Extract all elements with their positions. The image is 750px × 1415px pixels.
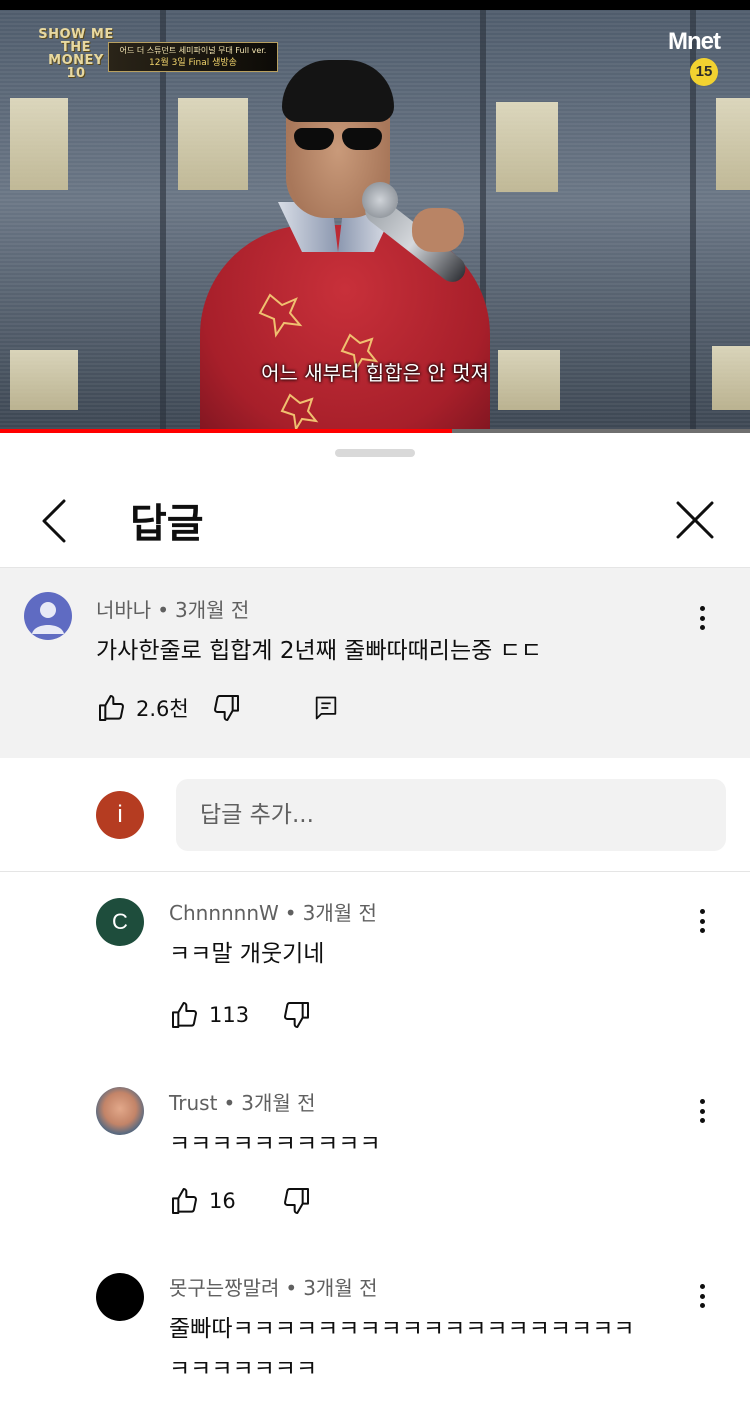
thumbs-down-icon <box>284 1002 309 1028</box>
comment-author[interactable]: 너바나 <box>96 598 151 622</box>
show-logo-line: 10 <box>66 66 86 81</box>
like-button[interactable]: 2.6천 <box>96 692 189 724</box>
reply-item: 못구는짱말려 • 3개월 전 줄빠따ㅋㅋㅋㅋㅋㅋㅋㅋㅋㅋㅋㅋㅋㅋㅋㅋㅋㅋㅋ ㅋㅋㅋㅋ… <box>0 1268 750 1415</box>
reply-button[interactable] <box>312 694 340 722</box>
stage-light <box>496 102 558 192</box>
chevron-left-icon <box>42 499 66 543</box>
dot-icon <box>699 606 705 611</box>
reply-input[interactable] <box>176 779 726 851</box>
banner-line2: 12월 3일 Final 생방송 <box>149 58 237 68</box>
dot-icon <box>699 928 705 933</box>
add-reply-row: i <box>0 758 750 871</box>
stage-light <box>178 98 248 190</box>
back-button[interactable] <box>30 493 80 549</box>
stage-light <box>716 98 750 190</box>
reply-item: Trust • 3개월 전 ㅋㅋㅋㅋㅋㅋㅋㅋㅋㅋ 16 <box>0 1083 750 1233</box>
comment-author[interactable]: 못구는짱말려 <box>169 1276 279 1300</box>
dislike-button[interactable] <box>280 1185 312 1217</box>
performer-hand <box>412 208 464 252</box>
sunglasses <box>294 128 382 150</box>
video-subtitle: 어느 새부터 힙합은 안 멋져 <box>261 361 489 385</box>
thumbs-up-icon <box>172 1188 197 1214</box>
user-avatar[interactable]: C <box>96 898 144 946</box>
like-count: 16 <box>209 1189 236 1213</box>
thumbs-down-icon <box>214 695 239 721</box>
user-avatar[interactable] <box>96 1087 144 1135</box>
more-options-button[interactable] <box>692 1280 712 1312</box>
more-options-button[interactable] <box>692 1095 712 1127</box>
comment-text: 가사한줄로 힙합계 2년째 줄빠따때리는중 ㄷㄷ <box>96 638 542 664</box>
replies-sheet: 답글 너바나 • 3개월 전 가사한줄로 힙합계 2년째 줄빠따때리는중 ㄷㄷ 2.… <box>0 433 750 1415</box>
comment-icon <box>315 696 337 720</box>
dot-icon <box>699 1293 705 1299</box>
user-avatar[interactable] <box>96 1273 144 1321</box>
parent-comment: 너바나 • 3개월 전 가사한줄로 힙합계 2년째 줄빠따때리는중 ㄷㄷ 2.6천 <box>0 568 750 758</box>
comment-text-line1: 줄빠따ㅋㅋㅋㅋㅋㅋㅋㅋㅋㅋㅋㅋㅋㅋㅋㅋㅋㅋㅋ <box>169 1316 635 1342</box>
like-count: 2.6천 <box>136 697 189 721</box>
dot-icon <box>699 909 705 914</box>
comment-meta: ChnnnnnW • 3개월 전 <box>169 901 377 925</box>
dot-icon <box>699 1303 705 1308</box>
like-button[interactable]: 113 <box>169 999 249 1031</box>
episode-banner: 어드 더 스튜던트 세미파이널 무대 Full ver. 12월 3일 Fina… <box>108 42 278 72</box>
more-options-button[interactable] <box>692 905 712 937</box>
thumbs-up-icon <box>172 1002 197 1028</box>
comment-text: ㅋㅋ말 개웃기네 <box>169 941 325 967</box>
comment-time: 3개월 전 <box>302 901 377 925</box>
dot-icon <box>699 615 705 621</box>
comment-meta: 너바나 • 3개월 전 <box>96 598 250 622</box>
dot-icon <box>699 1284 705 1289</box>
show-logo-line: THE MONEY <box>48 40 104 68</box>
dot-icon <box>699 1108 705 1114</box>
show-logo: SHOW ME THE MONEY 10 <box>34 28 118 80</box>
dot-icon <box>699 1118 705 1123</box>
user-avatar[interactable] <box>24 592 72 640</box>
comment-author[interactable]: ChnnnnnW <box>169 901 279 925</box>
age-rating-badge: 15 <box>690 58 718 86</box>
close-button[interactable] <box>668 493 722 547</box>
performer-hair <box>282 60 394 122</box>
comment-time: 3개월 전 <box>175 598 250 622</box>
comment-meta: Trust • 3개월 전 <box>169 1091 316 1115</box>
dot-icon <box>699 625 705 630</box>
like-button[interactable]: 16 <box>169 1185 236 1217</box>
thumbs-down-icon <box>284 1188 309 1214</box>
more-options-button[interactable] <box>692 602 712 634</box>
comment-time: 3개월 전 <box>241 1091 316 1115</box>
stage-light <box>10 98 68 190</box>
comment-text-line2: ㅋㅋㅋㅋㅋㅋㅋ <box>169 1356 318 1382</box>
like-count: 113 <box>209 1003 250 1027</box>
video-player[interactable]: SHOW ME THE MONEY 10 어드 더 스튜던트 세미파이널 무대 … <box>0 0 750 433</box>
drag-handle[interactable] <box>335 449 415 457</box>
reply-divider <box>0 871 750 872</box>
dislike-button[interactable] <box>280 999 312 1031</box>
sheet-title: 답글 <box>130 501 204 547</box>
comment-meta: 못구는짱말려 • 3개월 전 <box>169 1276 378 1300</box>
thumbs-up-icon <box>99 695 124 721</box>
my-avatar[interactable]: i <box>96 791 144 839</box>
dot-icon <box>699 1099 705 1104</box>
comment-author[interactable]: Trust <box>169 1091 217 1115</box>
dislike-button[interactable] <box>210 692 242 724</box>
close-icon <box>676 501 714 539</box>
default-user-avatar-icon <box>32 602 64 634</box>
comment-time: 3개월 전 <box>303 1276 378 1300</box>
microphone-head <box>362 182 398 218</box>
sheet-header: 답글 <box>0 473 750 568</box>
dot-icon <box>699 918 705 924</box>
reply-item: C ChnnnnnW • 3개월 전 ㅋㅋ말 개웃기네 113 <box>0 893 750 1043</box>
channel-logo: Mnet <box>668 28 721 55</box>
comment-text: ㅋㅋㅋㅋㅋㅋㅋㅋㅋㅋ <box>169 1131 381 1157</box>
banner-line1: 어드 더 스튜던트 세미파이널 무대 Full ver. <box>119 46 267 55</box>
